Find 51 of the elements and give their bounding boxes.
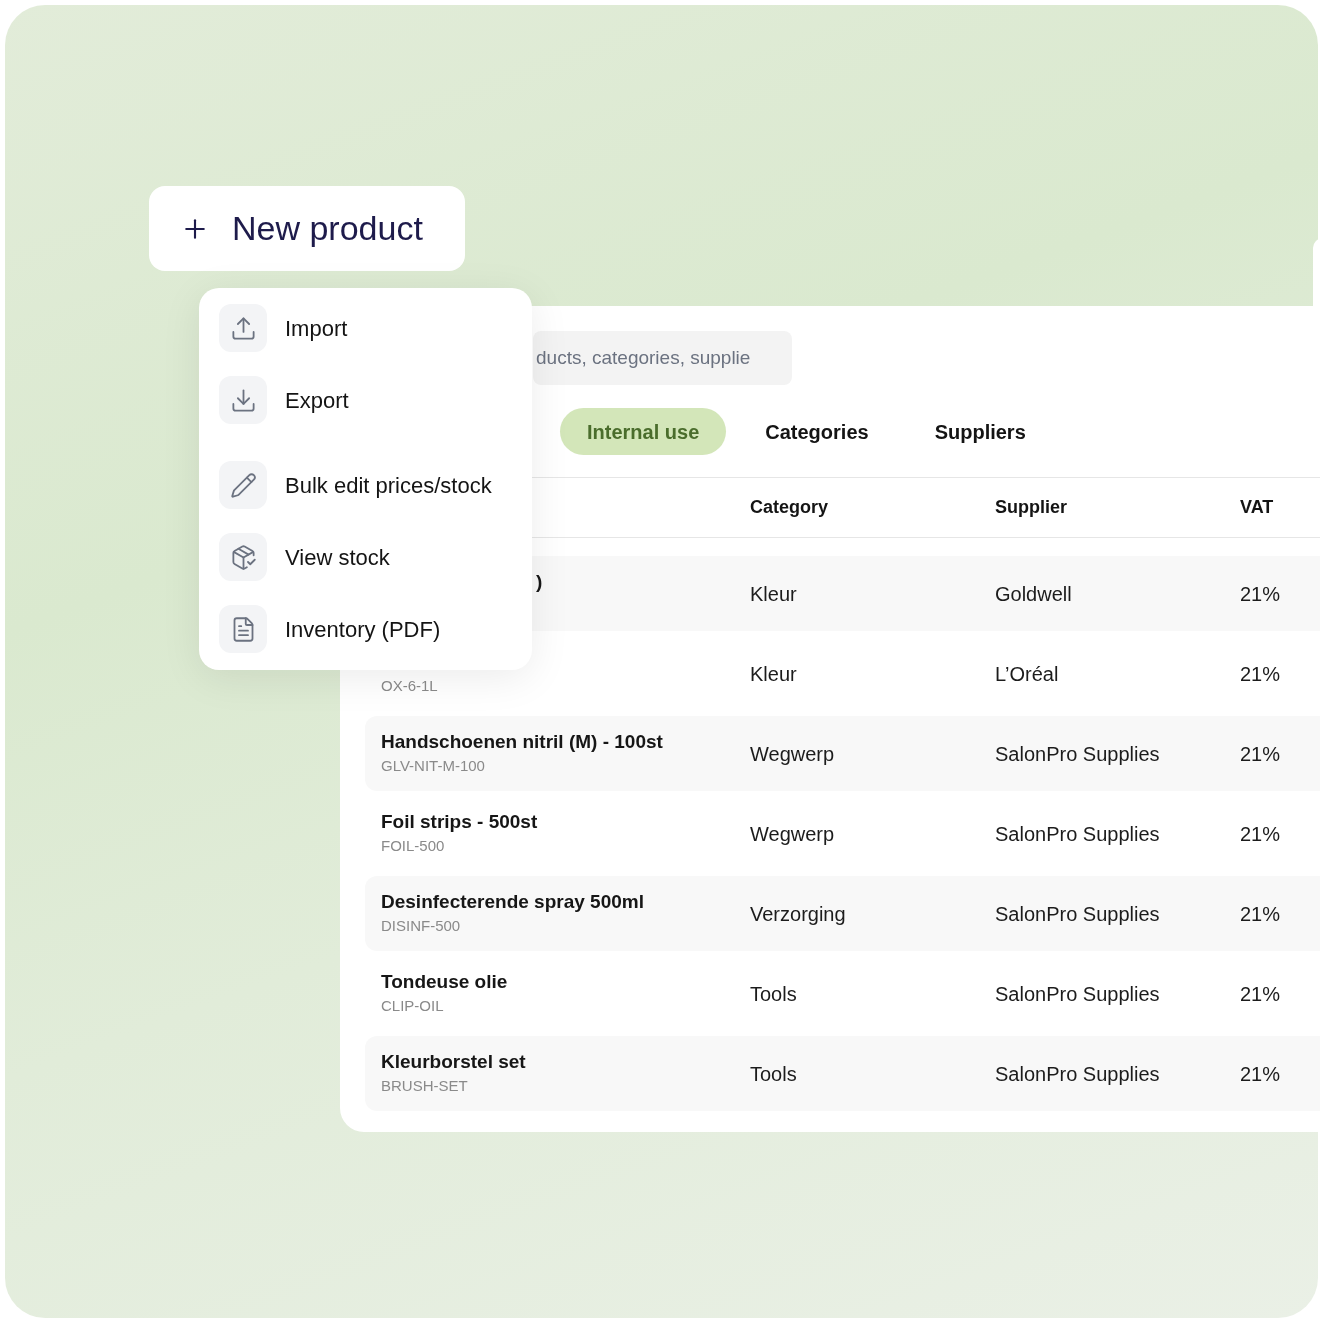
table-cell-text: 21% xyxy=(1240,661,1281,687)
table-cell-text: L’Oréal xyxy=(995,661,1059,687)
table-cell-text: 21% xyxy=(1240,581,1281,607)
download-icon xyxy=(219,376,267,424)
table-cell-text: Kleur xyxy=(750,581,797,607)
tab[interactable]: Internal use xyxy=(560,408,727,455)
column-header: Category xyxy=(750,496,829,519)
table-cell-text: Wegwerp xyxy=(750,741,835,767)
menu-item[interactable]: Import xyxy=(219,304,512,352)
table-cell-text: 21% xyxy=(1240,901,1281,927)
tab[interactable]: Suppliers xyxy=(907,408,1053,455)
table-cell-text: 21% xyxy=(1240,821,1281,847)
menu-item[interactable]: Inventory (PDF) xyxy=(219,605,512,653)
table-cell-text: Tools xyxy=(750,1061,797,1087)
new-product-button[interactable]: New product xyxy=(149,186,465,271)
tab[interactable]: Categories xyxy=(738,408,896,455)
table-cell-text: SalonPro Supplies xyxy=(995,1061,1160,1087)
product-sku: GLV-NIT-M-100 xyxy=(381,756,485,777)
table-cell-text: 21% xyxy=(1240,981,1281,1007)
product-sku: CLIP-OIL xyxy=(381,996,444,1017)
pencil-icon xyxy=(219,461,267,509)
column-header: VAT xyxy=(1240,496,1274,519)
table-cell-text: Kleur xyxy=(750,661,797,687)
table-cell-text: SalonPro Supplies xyxy=(995,901,1160,927)
table-cell-text: Tools xyxy=(750,981,797,1007)
product-name: Desinfecterende spray 500ml xyxy=(381,890,644,915)
menu-item[interactable]: View stock xyxy=(219,533,512,581)
product-sku: DISINF-500 xyxy=(381,916,461,937)
product-name: Kleurborstel set xyxy=(381,1050,526,1075)
product-sku: OX-6-1L xyxy=(381,676,438,697)
upload-icon xyxy=(219,304,267,352)
document-icon xyxy=(219,605,267,653)
search-field[interactable]: ducts, categories, supplie xyxy=(533,331,792,385)
table-cell-text: Verzorging xyxy=(750,901,846,927)
table-cell-text: Goldwell xyxy=(995,581,1072,607)
table-cell-text: SalonPro Supplies xyxy=(995,741,1160,767)
table-cell-text: SalonPro Supplies xyxy=(995,981,1160,1007)
column-header: Supplier xyxy=(995,496,1067,519)
table-cell-text: SalonPro Supplies xyxy=(995,821,1160,847)
table-cell-text: 21% xyxy=(1240,1061,1281,1087)
table-cell-text: 21% xyxy=(1240,741,1281,767)
table-cell-text: Wegwerp xyxy=(750,821,835,847)
product-sku: FOIL-500 xyxy=(381,836,445,857)
product-sku: BRUSH-SET xyxy=(381,1076,468,1097)
product-name: Handschoenen nitril (M) - 100st xyxy=(381,730,663,755)
product-name: Tondeuse olie xyxy=(381,970,508,995)
menu-item[interactable]: Export xyxy=(219,376,512,424)
product-name: ) xyxy=(536,570,543,595)
menu-item[interactable]: Bulk edit prices/stock xyxy=(219,461,512,509)
package-check-icon xyxy=(219,533,267,581)
product-name: Foil strips - 500st xyxy=(381,810,538,835)
